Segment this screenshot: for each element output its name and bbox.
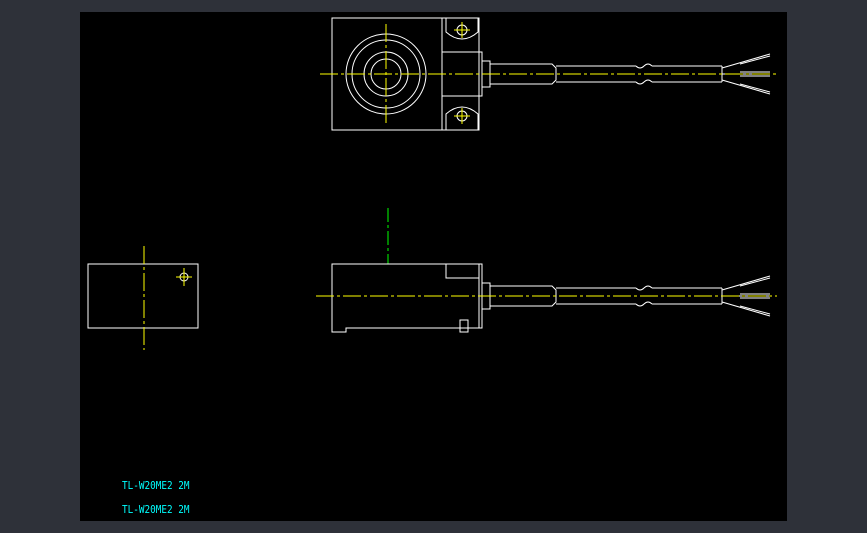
front-view [316,208,777,333]
front-cable-break-upper [635,285,653,291]
front-cable-break-lower [635,301,653,307]
drawing-svg [87,17,777,350]
front-view-tab-step [445,263,480,279]
side-view [87,246,199,350]
part-number-label: TL-W20ME2 2M [122,479,190,492]
front-view-body-outline [331,263,480,333]
wire-top [721,53,771,69]
front-wire-top [721,275,771,291]
wire-bottom [721,79,771,95]
part-number-label-2: TL-W20ME2 2M [122,503,190,516]
front-view-boss-foot [459,319,469,333]
cad-drawing-canvas[interactable]: TL-W20ME2 2M TL-W20ME2 2M [80,12,787,521]
cable-break-upper [635,63,653,69]
top-view [320,17,777,131]
front-wire-bottom [721,301,771,317]
cable-break-lower [635,79,653,85]
